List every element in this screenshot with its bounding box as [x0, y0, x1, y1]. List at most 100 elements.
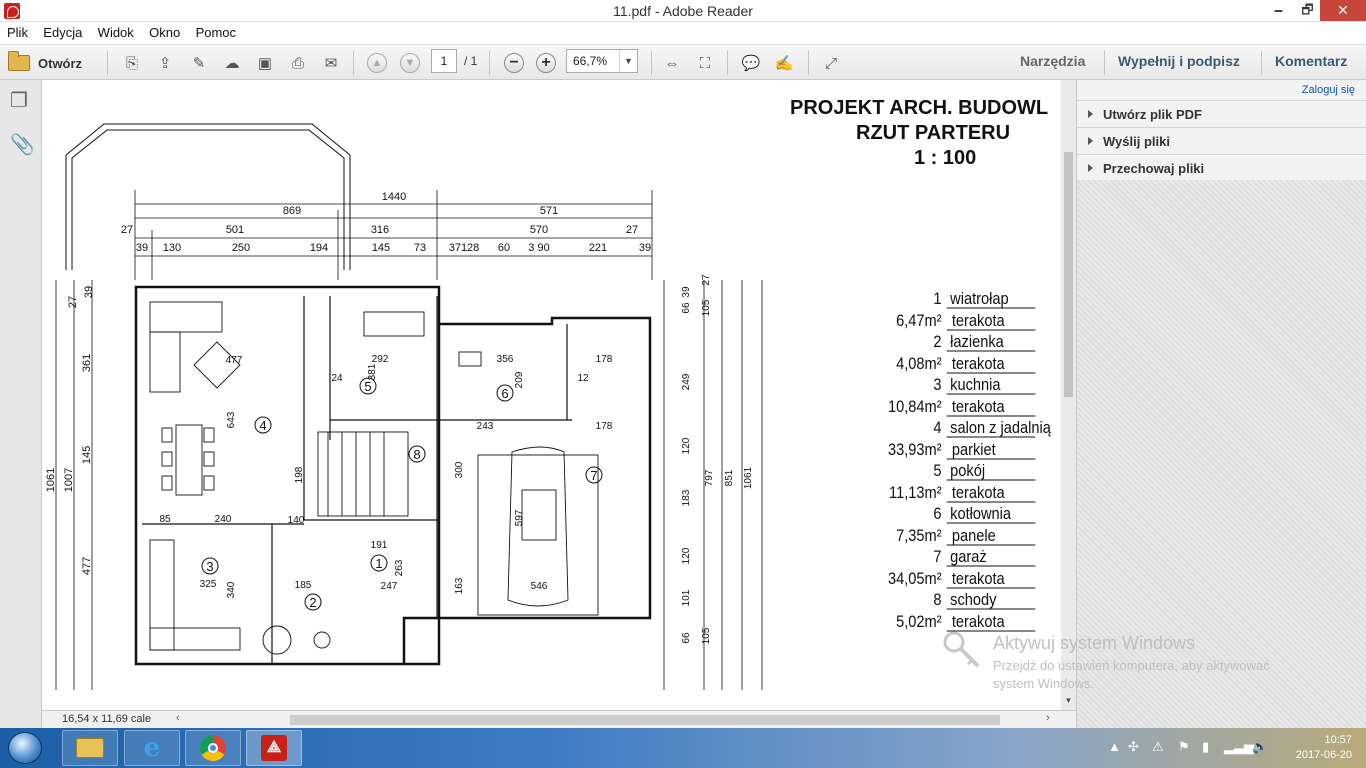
scroll-left-icon[interactable]: ‹	[176, 712, 180, 724]
horizontal-scrollbar[interactable]: 16,54 x 11,69 cale ‹ ›	[42, 710, 1076, 728]
menu-widok[interactable]: Widok	[98, 22, 134, 40]
dim-right: 66	[681, 302, 692, 314]
legend-room-finish: terakota	[952, 312, 1005, 330]
chevron-down-icon[interactable]: ▼	[619, 50, 637, 72]
clock-time: 10:57	[1324, 734, 1352, 746]
legend-room-area: 6,47m²	[896, 312, 941, 330]
scrollbar-thumb[interactable]	[290, 715, 1000, 725]
dim-right: 27	[701, 274, 712, 286]
fit-width-icon[interactable]: ⇔	[661, 53, 683, 73]
previous-page-button[interactable]: ▲	[366, 53, 388, 73]
chrome-icon	[200, 735, 226, 761]
comment-icon[interactable]: 💬	[740, 53, 762, 73]
activation-line1: Przejdź do ustawień komputera, aby aktyw…	[993, 658, 1270, 673]
page-number-input[interactable]: 1	[431, 49, 457, 73]
dim-right: 183	[681, 489, 692, 506]
dim-row4-j: 221	[589, 242, 607, 254]
dim-left-e: 39	[83, 286, 95, 298]
folder-icon	[8, 51, 30, 71]
toolbar-divider	[1104, 51, 1105, 75]
attachments-icon[interactable]: 📎	[10, 132, 35, 157]
battery-icon[interactable]: ▮	[1202, 739, 1209, 755]
zoom-out-button[interactable]: −	[503, 53, 525, 73]
scrollbar-thumb[interactable]	[1064, 152, 1073, 397]
highlight-icon[interactable]: ✍	[773, 53, 795, 73]
dim-left-b: 145	[81, 446, 93, 464]
show-hidden-icons-icon[interactable]: ▲	[1108, 739, 1121, 754]
zoom-in-button[interactable]: +	[535, 53, 557, 73]
dim-row3-e: 27	[626, 224, 638, 236]
plan-dim: 243	[477, 421, 494, 432]
legend-room-finish: terakota	[952, 570, 1005, 588]
plan-dim: 546	[531, 581, 548, 592]
create-pdf-icon[interactable]: ⎘	[121, 53, 143, 73]
dim-left-a: 361	[81, 354, 93, 372]
menu-pomoc[interactable]: Pomoc	[196, 22, 236, 40]
plan-dim: 356	[497, 354, 514, 365]
store-files-label: Przechowaj pliki	[1103, 161, 1205, 176]
minimize-button[interactable]: 🗕	[1264, 0, 1293, 21]
dim-row4-c: 250	[232, 242, 250, 254]
plan-dim: 85	[159, 514, 171, 525]
dim-row4-e: 145	[372, 242, 390, 254]
volume-icon[interactable]: 🔈	[1252, 739, 1268, 755]
maximize-button[interactable]: 🗗	[1293, 0, 1322, 21]
fit-page-icon[interactable]: ⛶	[694, 53, 716, 73]
chrome-button[interactable]	[185, 730, 241, 766]
toolbar-divider	[651, 51, 652, 75]
page-thumbnails-icon[interactable]: ❐	[10, 88, 28, 113]
menu-okno[interactable]: Okno	[149, 22, 180, 40]
email-icon[interactable]: ✉	[320, 53, 342, 73]
create-pdf-item[interactable]: Utwórz plik PDF	[1077, 100, 1366, 126]
scroll-down-icon[interactable]: ▼	[1061, 696, 1076, 705]
scroll-right-icon[interactable]: ›	[1046, 712, 1050, 724]
fullscreen-icon[interactable]: ⤢	[820, 53, 842, 73]
edit-icon[interactable]: ✎	[188, 53, 210, 73]
login-link[interactable]: Zaloguj się	[1302, 84, 1355, 96]
send-files-item[interactable]: Wyślij pliki	[1077, 127, 1366, 153]
dim-row4-k: 39	[639, 242, 651, 254]
comment-link[interactable]: Komentarz	[1275, 53, 1347, 69]
plan-dim: 247	[381, 581, 398, 592]
cloud-upload-icon[interactable]: ☁	[221, 53, 243, 73]
plan-dim: 477	[226, 355, 243, 366]
dim-total: 1440	[382, 191, 406, 203]
legend-room-finish: panele	[952, 527, 996, 545]
dim-right: 105	[701, 299, 712, 316]
network-share-icon[interactable]: ✣	[1128, 739, 1139, 755]
start-button[interactable]	[8, 732, 42, 764]
print-icon[interactable]: ⎙	[287, 53, 309, 73]
plan-heading-line1: PROJEKT ARCH. BUDOWL	[790, 97, 1048, 119]
legend-room-number: 4	[933, 419, 941, 437]
export-pdf-icon[interactable]: ⇪	[154, 53, 176, 73]
plan-dim: 643	[226, 411, 237, 428]
tools-link[interactable]: Narzędzia	[1020, 53, 1085, 69]
store-files-item[interactable]: Przechowaj pliki	[1077, 154, 1366, 180]
dim-right: 105	[701, 627, 712, 644]
adobe-reader-taskbar-button[interactable]: ⟁	[246, 730, 302, 766]
next-page-button[interactable]: ▼	[399, 53, 421, 73]
save-icon[interactable]: ▣	[254, 53, 276, 73]
clock[interactable]: 10:57 2017-06-20	[1276, 733, 1352, 763]
open-button[interactable]: Otwórz	[8, 51, 82, 75]
vertical-scrollbar[interactable]: ▼	[1061, 80, 1076, 710]
menu-edycja[interactable]: Edycja	[43, 22, 82, 40]
menu-plik[interactable]: Plik	[7, 22, 28, 40]
tools-pane: Zaloguj się Utwórz plik PDF Wyślij pliki…	[1076, 80, 1366, 728]
plan-dim: 185	[295, 580, 312, 591]
internet-explorer-button[interactable]: e	[124, 730, 180, 766]
minus-icon: −	[504, 53, 524, 73]
action-center-icon[interactable]: ⚑	[1178, 739, 1190, 755]
file-explorer-button[interactable]	[62, 730, 118, 766]
legend-room-area: 7,35m²	[896, 527, 941, 545]
legend-room-area: 10,84m²	[888, 398, 942, 416]
plan-dim: 178	[596, 354, 613, 365]
arrow-up-icon: ▲	[367, 53, 387, 73]
fill-sign-link[interactable]: Wypełnij i podpisz	[1118, 53, 1240, 69]
security-icon[interactable]: ⚠	[1152, 739, 1164, 755]
signal-icon[interactable]: ▂▃▅	[1224, 739, 1254, 755]
zoom-select[interactable]: 66,7% ▼	[566, 49, 638, 73]
dim-row3-d: 570	[530, 224, 548, 236]
close-button[interactable]: ✕	[1320, 0, 1366, 21]
dim-left-inner: 1007	[63, 468, 75, 492]
